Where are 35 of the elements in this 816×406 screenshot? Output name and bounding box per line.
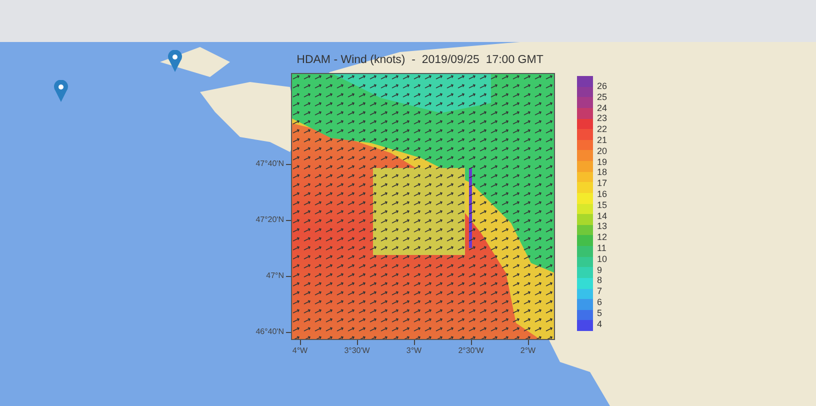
colorbar-label: 12 — [597, 231, 608, 244]
axis-tick-label: 47°N — [265, 270, 284, 282]
colorbar-label: 10 — [597, 252, 608, 265]
colorbar-label: 16 — [597, 188, 608, 200]
colorbar-label: 6 — [597, 296, 602, 308]
colorbar-label: 4 — [597, 318, 602, 330]
axis-tick-label: 3°30'W — [343, 346, 371, 355]
colorbar-label: 24 — [597, 102, 608, 114]
colorbar-label: 14 — [597, 210, 608, 222]
axis-tick-label: 2°30'W — [457, 346, 485, 355]
colorbar-label: 8 — [597, 274, 602, 286]
colorbar-label: 17 — [597, 177, 608, 190]
colorbar-label: 15 — [597, 198, 608, 211]
map-pin-icon[interactable] — [168, 50, 182, 72]
axis-tick-label: 47°20'N — [254, 214, 284, 226]
colorbar-label: 11 — [597, 242, 606, 254]
colorbar-label: 7 — [597, 285, 602, 298]
colorbar-label: 20 — [597, 144, 608, 157]
colorbar-label: 22 — [597, 123, 608, 136]
axis-tick-label: 3°W — [405, 346, 423, 355]
colorbar-label: 19 — [597, 156, 608, 168]
map-pin-icon[interactable] — [54, 80, 68, 102]
colorbar-label: 9 — [597, 264, 602, 276]
colorbar-label: 21 — [597, 134, 608, 146]
axis-tick-label: 4°W — [291, 346, 309, 355]
axis-tick-label: 2°W — [519, 346, 537, 355]
axis-tick-label: 46°40'N — [254, 326, 284, 338]
colorbar-label: 23 — [597, 112, 608, 124]
colorbar-label: 13 — [597, 220, 608, 232]
axis-tick-label: 47°40'N — [254, 158, 284, 170]
colorbar-label: 26 — [597, 80, 608, 92]
chart-title: HDAM - Wind (knots) - 2019/09/25 17:00 GMT — [296, 54, 544, 66]
colorbar-label: 25 — [597, 90, 608, 103]
colorbar-label: 18 — [597, 166, 608, 178]
colorbar-label: 5 — [597, 306, 602, 319]
